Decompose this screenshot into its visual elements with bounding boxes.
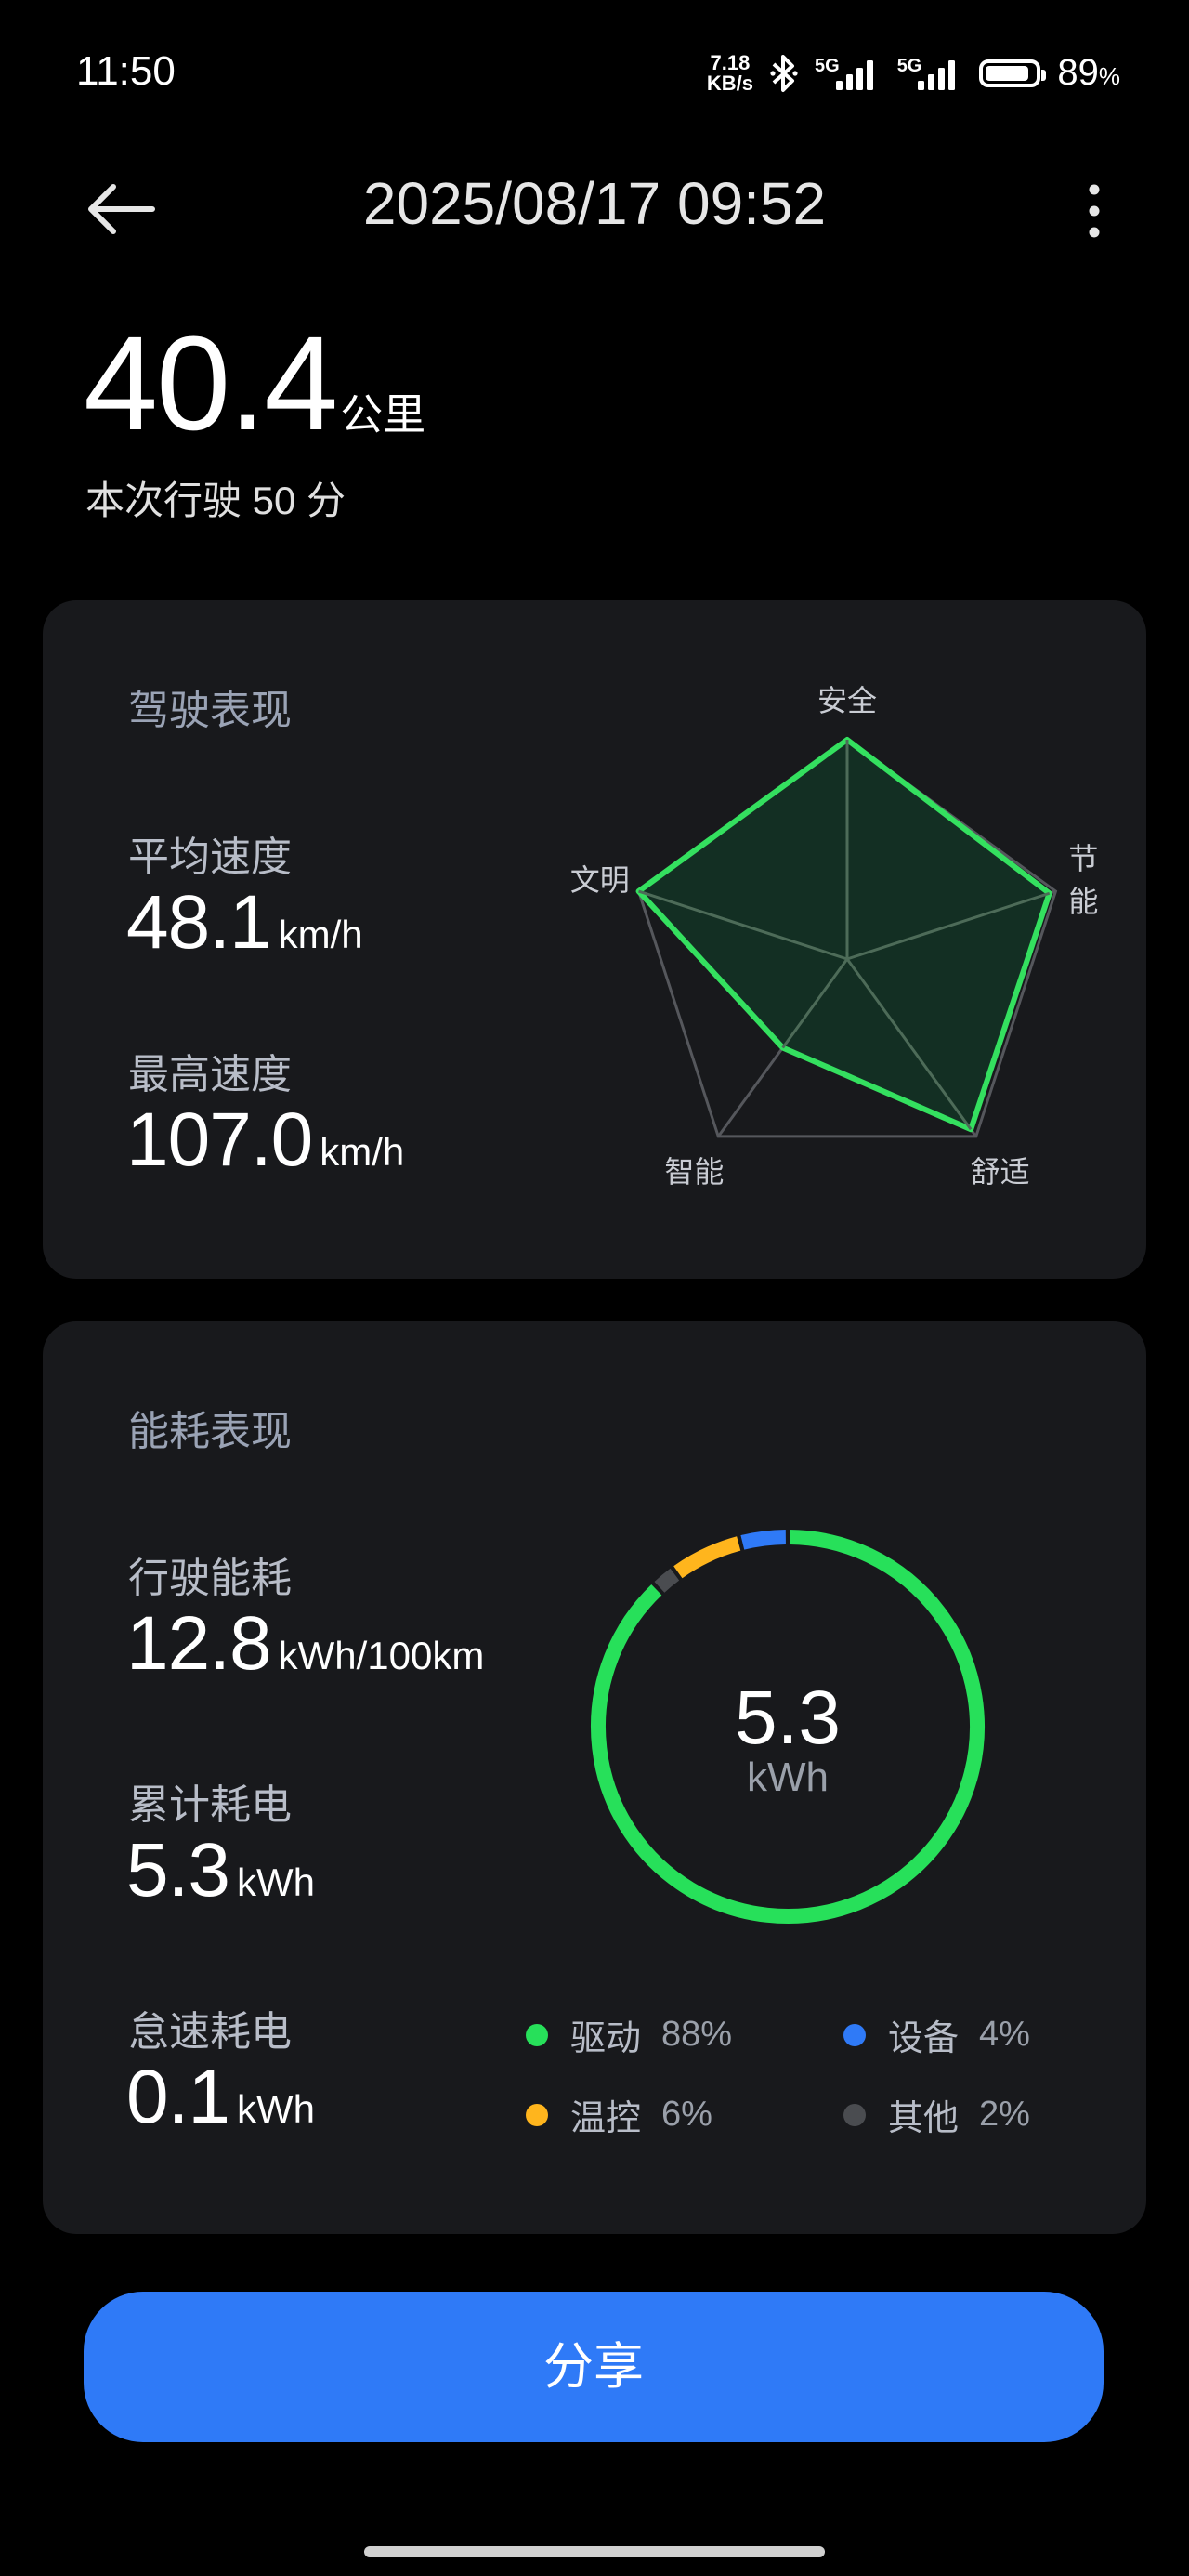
status-time: 11:50 <box>76 48 176 94</box>
radar-label-smart: 智能 <box>664 1154 725 1189</box>
share-button[interactable]: 分享 <box>84 2292 1104 2442</box>
signal-icon-1 <box>835 59 873 90</box>
legend-dot-other <box>843 2103 866 2126</box>
radar-label-safety: 安全 <box>817 684 878 717</box>
max-speed-label: 最高速度 <box>128 1052 292 1097</box>
battery-icon <box>979 59 1047 87</box>
radar-score-shape <box>635 737 1052 1133</box>
legend-dot-device <box>843 2023 866 2046</box>
avg-speed-unit: km/h <box>278 913 363 956</box>
donut-segment-1 <box>740 1530 787 1550</box>
home-indicator[interactable] <box>364 2546 825 2557</box>
energy-performance-card: 能耗表现 行驶能耗 12.8 kWh/100km 累计耗电 5.3 kWh 怠速耗电… <box>43 1321 1146 2234</box>
idle-consumption-unit: kWh <box>237 2087 315 2131</box>
legend-dot-drive <box>526 2023 548 2046</box>
radar-label-civility: 文明 <box>569 863 630 898</box>
legend-item-other: 其他 2% <box>843 2089 1030 2140</box>
total-consumption-value: 5.3 kWh <box>126 1828 315 1912</box>
donut-center-unit: kWh <box>747 1755 829 1800</box>
network-type-1: 5G <box>815 55 840 76</box>
more-vertical-icon <box>1089 184 1100 238</box>
max-speed-unit: km/h <box>320 1130 405 1174</box>
driving-consumption-value: 12.8 kWh/100km <box>126 1601 485 1686</box>
avg-speed-label: 平均速度 <box>128 835 292 880</box>
driving-card-title: 驾驶表现 <box>128 688 292 733</box>
energy-card-title: 能耗表现 <box>128 1409 292 1454</box>
trip-duration: 本次行驶 50 分 <box>85 479 346 522</box>
driving-consumption-label: 行驶能耗 <box>128 1556 292 1601</box>
battery-percent: 89% <box>1057 52 1120 93</box>
avg-speed-value: 48.1 km/h <box>126 880 363 965</box>
legend-dot-climate <box>526 2103 548 2126</box>
network-speed: 7.18 KB/s <box>706 50 753 95</box>
signal-icon-2 <box>918 59 956 90</box>
idle-consumption-label: 怠速耗电 <box>128 2009 292 2055</box>
page-title: 2025/08/17 09:52 <box>362 170 827 237</box>
radar-label-energy-saving: 节能 <box>1068 842 1099 919</box>
idle-consumption-value: 0.1 kWh <box>126 2055 315 2139</box>
network-type-2: 5G <box>896 55 922 76</box>
donut-segment-2 <box>673 1536 741 1579</box>
donut-center: 5.3 kWh <box>648 1675 927 1801</box>
max-speed-value: 107.0 km/h <box>126 1097 405 1182</box>
trip-distance-unit: 公里 <box>340 390 426 439</box>
driving-consumption-unit: kWh/100km <box>278 1634 485 1677</box>
legend-item-drive: 驱动 88% <box>526 2009 732 2060</box>
trip-distance: 40.4公里 <box>84 309 426 458</box>
total-consumption-label: 累计耗电 <box>128 1782 292 1828</box>
status-icons: 7.18 KB/s 5G 5G 89% <box>707 52 1120 94</box>
radar-label-comfort: 舒适 <box>970 1154 1030 1189</box>
driving-performance-card: 驾驶表现 平均速度 48.1 km/h 最高速度 107.0 km/h 安全 节能 … <box>43 600 1146 1279</box>
total-consumption-unit: kWh <box>237 1860 315 1904</box>
bluetooth-icon <box>770 54 798 92</box>
donut-center-value: 5.3 <box>735 1676 841 1760</box>
donut-segment-3 <box>654 1568 680 1593</box>
more-options-button[interactable] <box>1076 178 1113 243</box>
legend-item-device: 设备 4% <box>843 2009 1030 2060</box>
legend-item-climate: 温控 6% <box>526 2089 712 2140</box>
